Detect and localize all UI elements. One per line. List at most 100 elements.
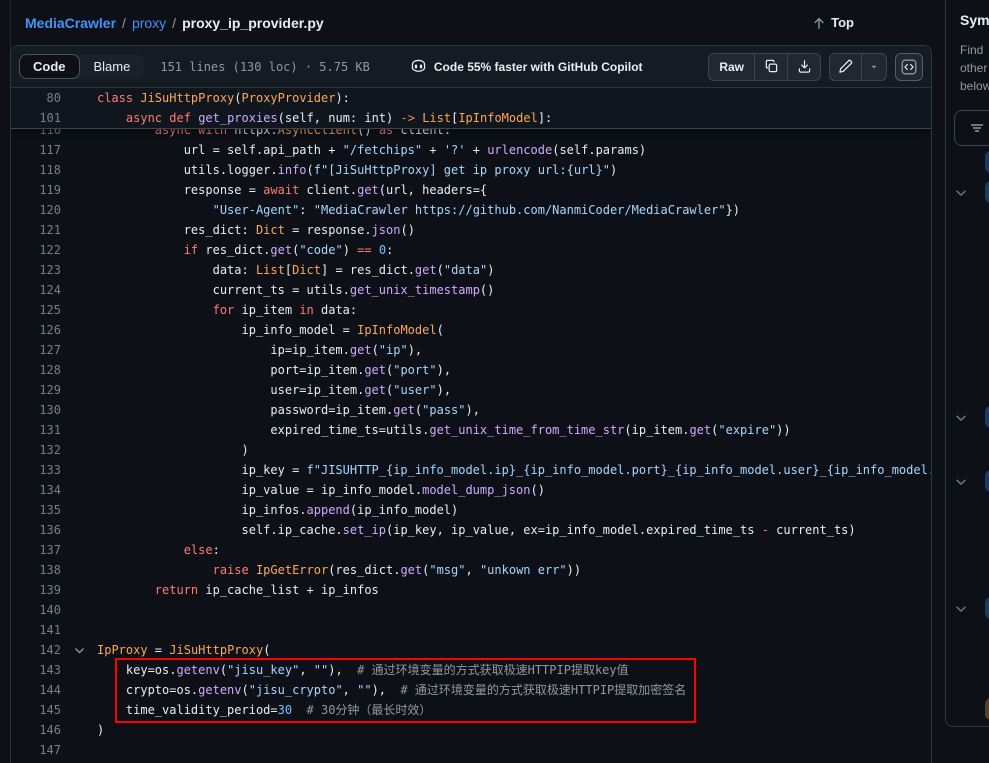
code-text: port=ip_item.get("port"), xyxy=(97,360,451,380)
line-number[interactable]: 134 xyxy=(11,483,61,497)
code-text: ip_infos.append(ip_info_model) xyxy=(97,500,458,520)
line-number[interactable]: 80 xyxy=(11,91,61,105)
line-number[interactable]: 132 xyxy=(11,443,61,457)
edit-dropdown-button[interactable] xyxy=(862,53,887,81)
code-line: 135 ip_infos.append(ip_info_model) xyxy=(11,500,931,520)
code-line: 131 expired_time_ts=utils.get_unix_time_… xyxy=(11,420,931,440)
code-text: ip_value = ip_info_model.model_dump_json… xyxy=(97,480,545,500)
line-number[interactable]: 128 xyxy=(11,363,61,377)
code-text: data: List[Dict] = res_dict.get("data") xyxy=(97,260,494,280)
symbol-item[interactable] xyxy=(985,470,989,492)
line-number[interactable]: 120 xyxy=(11,203,61,217)
collapse-chevron-icon[interactable] xyxy=(73,644,86,657)
code-line: 121 res_dict: Dict = response.json() xyxy=(11,220,931,240)
code-line: 140 xyxy=(11,600,931,620)
file-toolbar: Code Blame 151 lines (130 loc) · 5.75 KB… xyxy=(11,46,931,88)
copy-icon xyxy=(764,59,779,74)
code-text: expired_time_ts=utils.get_unix_time_from… xyxy=(97,420,791,440)
symbol-item[interactable] xyxy=(985,597,989,619)
line-number[interactable]: 121 xyxy=(11,223,61,237)
code-line: 122 if res_dict.get("code") == 0: xyxy=(11,240,931,260)
copilot-banner-text: Code 55% faster with GitHub Copilot xyxy=(434,60,643,74)
symbol-item[interactable] xyxy=(985,406,989,428)
code-text: user=ip_item.get("user"), xyxy=(97,380,451,400)
code-line: 139 return ip_cache_list + ip_infos xyxy=(11,580,931,600)
chevron-down-icon[interactable] xyxy=(954,602,968,616)
copilot-banner[interactable]: Code 55% faster with GitHub Copilot xyxy=(410,58,643,75)
code-text: key=os.getenv("jisu_key", ""), # 通过环境变量的… xyxy=(97,660,629,680)
line-number[interactable]: 124 xyxy=(11,283,61,297)
line-number[interactable]: 136 xyxy=(11,523,61,537)
line-number[interactable]: 130 xyxy=(11,403,61,417)
code-line: 138 raise IpGetError(res_dict.get("msg",… xyxy=(11,560,931,580)
line-number[interactable]: 123 xyxy=(11,263,61,277)
code-symbols-icon xyxy=(901,59,917,75)
raw-actions-group: Raw xyxy=(708,53,821,81)
breadcrumb-repo-link[interactable]: MediaCrawler xyxy=(25,15,116,31)
line-number[interactable]: 135 xyxy=(11,503,61,517)
line-number[interactable]: 119 xyxy=(11,183,61,197)
line-number[interactable]: 142 xyxy=(11,643,61,657)
line-number[interactable]: 126 xyxy=(11,323,61,337)
code-text: ) xyxy=(97,440,249,460)
symbols-panel: Symbols Find other below xyxy=(945,0,989,727)
code-text: current_ts = utils.get_unix_timestamp() xyxy=(97,280,494,300)
code-line: 118 utils.logger.info(f"[JiSuHttpProxy] … xyxy=(11,160,931,180)
code-text: ip=ip_item.get("ip"), xyxy=(97,340,422,360)
breadcrumb-folder-link[interactable]: proxy xyxy=(132,15,166,31)
line-number[interactable]: 143 xyxy=(11,663,61,677)
line-number[interactable]: 133 xyxy=(11,463,61,477)
edit-button[interactable] xyxy=(829,53,862,81)
line-number[interactable]: 147 xyxy=(11,743,61,757)
edit-pencil-icon xyxy=(838,59,853,74)
top-label: Top xyxy=(831,15,854,30)
line-number[interactable]: 146 xyxy=(11,723,61,737)
code-line: 128 port=ip_item.get("port"), xyxy=(11,360,931,380)
line-number[interactable]: 131 xyxy=(11,423,61,437)
dropdown-caret-icon xyxy=(869,62,879,72)
tab-code[interactable]: Code xyxy=(19,54,80,79)
line-number[interactable]: 118 xyxy=(11,163,61,177)
line-number[interactable]: 140 xyxy=(11,603,61,617)
code-line: 127 ip=ip_item.get("ip"), xyxy=(11,340,931,360)
symbols-filter-input[interactable] xyxy=(954,110,989,146)
chevron-down-icon[interactable] xyxy=(954,411,968,425)
line-number[interactable]: 101 xyxy=(11,111,61,125)
line-number[interactable]: 141 xyxy=(11,623,61,637)
filter-icon xyxy=(969,120,985,136)
line-number[interactable]: 144 xyxy=(11,683,61,697)
code-line: 126 ip_info_model = IpInfoModel( xyxy=(11,320,931,340)
code-text: ip_info_model = IpInfoModel( xyxy=(97,320,444,340)
symbol-item[interactable] xyxy=(985,151,989,173)
raw-button[interactable]: Raw xyxy=(708,53,755,81)
symbol-item[interactable] xyxy=(985,698,989,720)
line-number[interactable]: 137 xyxy=(11,543,61,557)
chevron-down-icon[interactable] xyxy=(954,186,968,200)
line-number[interactable]: 145 xyxy=(11,703,61,717)
sticky-code-lines: 80class JiSuHttpProxy(ProxyProvider):101… xyxy=(11,88,931,129)
symbol-item[interactable] xyxy=(985,181,989,203)
chevron-down-icon[interactable] xyxy=(954,475,968,489)
copy-button[interactable] xyxy=(755,53,788,81)
symbols-panel-toggle-button[interactable] xyxy=(895,53,923,81)
line-number[interactable]: 138 xyxy=(11,563,61,577)
code-line: 123 data: List[Dict] = res_dict.get("dat… xyxy=(11,260,931,280)
line-number[interactable]: 129 xyxy=(11,383,61,397)
code-line: 147 xyxy=(11,740,931,760)
code-text: if res_dict.get("code") == 0: xyxy=(97,240,393,260)
copilot-icon xyxy=(410,58,427,75)
line-number[interactable]: 117 xyxy=(11,143,61,157)
line-number[interactable]: 139 xyxy=(11,583,61,597)
code-text: async def get_proxies(self, num: int) ->… xyxy=(97,108,552,128)
code-text: crypto=os.getenv("jisu_crypto", ""), # 通… xyxy=(97,680,686,700)
code-line: 120 "User-Agent": "MediaCrawler https://… xyxy=(11,200,931,220)
code-text: utils.logger.info(f"[JiSuHttpProxy] get … xyxy=(97,160,617,180)
line-number[interactable]: 125 xyxy=(11,303,61,317)
line-number[interactable]: 122 xyxy=(11,243,61,257)
line-number[interactable]: 127 xyxy=(11,343,61,357)
tab-blame[interactable]: Blame xyxy=(80,55,145,78)
download-button[interactable] xyxy=(788,53,821,81)
scroll-to-top-button[interactable]: Top xyxy=(812,15,854,30)
code-text: ip_key = f"JISUHTTP_{ip_info_model.ip}_{… xyxy=(97,460,932,480)
file-content-container: Code Blame 151 lines (130 loc) · 5.75 KB… xyxy=(10,45,932,763)
